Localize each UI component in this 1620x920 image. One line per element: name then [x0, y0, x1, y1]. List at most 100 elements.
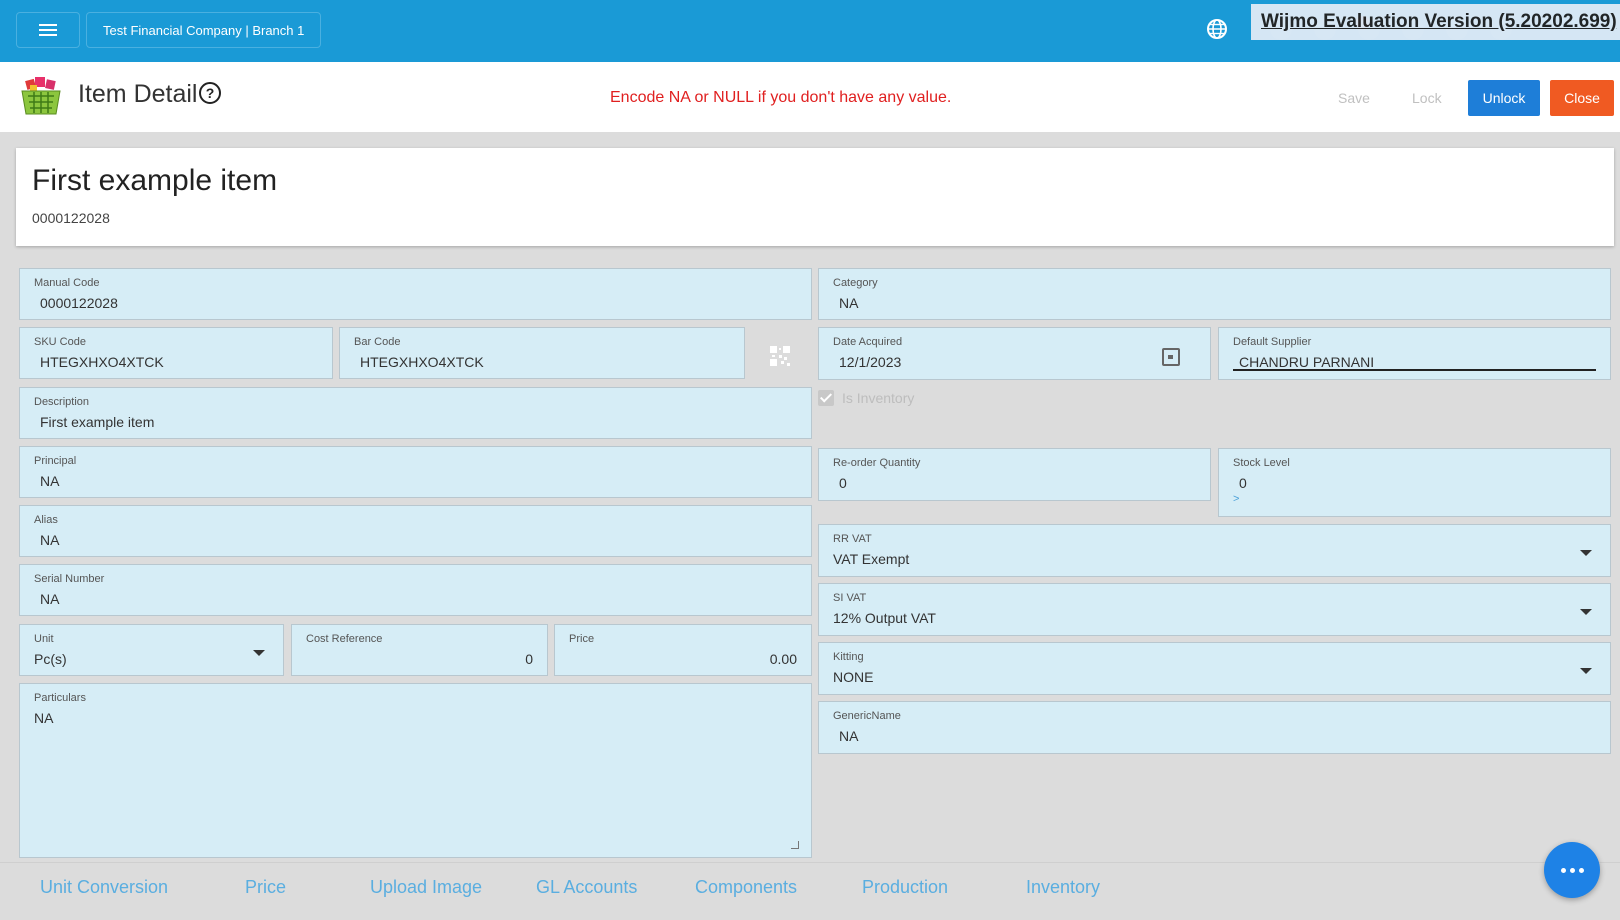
category-field[interactable]: Category NA: [818, 268, 1611, 320]
item-summary-card: First example item 0000122028: [16, 148, 1614, 246]
field-value: NONE: [833, 669, 874, 685]
field-label: Description: [34, 396, 90, 408]
chevron-right-icon[interactable]: >: [1233, 493, 1239, 505]
field-label: Re-order Quantity: [833, 457, 921, 469]
qr-code-icon[interactable]: [769, 345, 791, 367]
bar-code-field[interactable]: Bar Code HTEGXHXO4XTCK: [339, 327, 745, 379]
field-value: NA: [40, 473, 60, 489]
notice-text: Encode NA or NULL if you don't have any …: [610, 89, 952, 106]
field-value: 0: [1239, 475, 1247, 491]
principal-field[interactable]: Principal NA: [19, 446, 812, 498]
reorder-quantity-field[interactable]: Re-order Quantity 0: [818, 448, 1211, 501]
wijmo-watermark[interactable]: Wijmo Evaluation Version (5.20202.699): [1251, 4, 1620, 40]
field-label: Price: [569, 633, 595, 645]
tab-inventory[interactable]: Inventory: [1026, 877, 1100, 898]
resize-handle-icon[interactable]: [791, 841, 799, 849]
caret-down-icon: [1580, 668, 1592, 674]
tab-upload-image[interactable]: Upload Image: [370, 877, 482, 898]
save-button[interactable]: Save: [1338, 90, 1370, 106]
generic-name-field[interactable]: GenericName NA: [818, 701, 1611, 754]
field-label: GenericName: [833, 710, 901, 722]
field-label: SKU Code: [34, 336, 86, 348]
detail-tabs: Unit Conversion Price Upload Image GL Ac…: [0, 862, 1620, 920]
field-value: HTEGXHXO4XTCK: [40, 354, 164, 370]
caret-down-icon: [253, 650, 265, 656]
field-label: Cost Reference: [306, 633, 383, 645]
field-label: Category: [833, 277, 878, 289]
tab-gl-accounts[interactable]: GL Accounts: [536, 877, 637, 898]
field-label: Kitting: [833, 651, 864, 663]
item-title: First example item: [32, 164, 278, 197]
field-label: Date Acquired: [833, 336, 903, 348]
hamburger-icon: [39, 21, 57, 39]
field-value: 12/1/2023: [839, 354, 902, 370]
tab-components[interactable]: Components: [695, 877, 797, 898]
field-label: Manual Code: [34, 277, 100, 289]
field-label: Particulars: [34, 692, 86, 704]
serial-number-field[interactable]: Serial Number NA: [19, 564, 812, 616]
field-value: NA: [839, 295, 859, 311]
globe-icon[interactable]: [1205, 17, 1229, 41]
top-bar: Test Financial Company | Branch 1 Wijmo …: [0, 0, 1620, 62]
more-horizontal-icon: [1578, 867, 1584, 873]
company-selector[interactable]: Test Financial Company | Branch 1: [86, 12, 322, 48]
basket-icon: [21, 77, 61, 115]
date-acquired-field[interactable]: Date Acquired 12/1/2023: [818, 327, 1211, 380]
tab-price[interactable]: Price: [245, 877, 286, 898]
close-button[interactable]: Close: [1550, 80, 1614, 116]
caret-down-icon: [1580, 550, 1592, 556]
field-label: Alias: [34, 514, 58, 526]
unlock-button[interactable]: Unlock: [1468, 80, 1540, 116]
si-vat-select[interactable]: SI VAT 12% Output VAT: [818, 583, 1611, 636]
rr-vat-select[interactable]: RR VAT VAT Exempt: [818, 524, 1611, 577]
is-inventory-checkbox[interactable]: Is Inventory: [818, 390, 914, 406]
page-header: Item Detail ? Encode NA or NULL if you d…: [0, 62, 1620, 132]
kitting-select[interactable]: Kitting NONE: [818, 642, 1611, 695]
calendar-icon[interactable]: [1162, 348, 1180, 366]
default-supplier-field[interactable]: Default Supplier CHANDRU PARNANI: [1218, 327, 1611, 380]
checkbox-checked-icon: [818, 390, 834, 406]
field-label: Unit: [34, 633, 54, 645]
field-value: NA: [839, 728, 859, 744]
item-code: 0000122028: [32, 210, 110, 226]
field-label: SI VAT: [833, 592, 867, 604]
alias-field[interactable]: Alias NA: [19, 505, 812, 557]
field-label: Default Supplier: [1233, 336, 1312, 348]
field-value: 0000122028: [40, 295, 118, 311]
checkbox-label: Is Inventory: [842, 390, 915, 406]
unit-select[interactable]: Unit Pc(s): [19, 624, 284, 676]
field-label: Serial Number: [34, 573, 105, 585]
page-title: Item Detail: [78, 80, 198, 108]
field-value: NA: [40, 532, 60, 548]
help-circle-icon[interactable]: ?: [199, 82, 221, 104]
field-value: HTEGXHXO4XTCK: [360, 354, 484, 370]
field-label: RR VAT: [833, 533, 872, 545]
field-value: First example item: [40, 414, 155, 430]
more-horizontal-icon: [1569, 867, 1575, 873]
field-value: VAT Exempt: [833, 551, 910, 567]
sku-code-field[interactable]: SKU Code HTEGXHXO4XTCK: [19, 327, 333, 379]
price-field[interactable]: Price 0.00: [554, 624, 812, 676]
more-actions-button[interactable]: [1544, 842, 1600, 898]
field-label: Bar Code: [354, 336, 401, 348]
cost-reference-field[interactable]: Cost Reference 0: [291, 624, 548, 676]
field-value: 0: [839, 475, 847, 491]
stock-level-field[interactable]: Stock Level 0 >: [1218, 448, 1611, 517]
manual-code-field[interactable]: Manual Code 0000122028: [19, 268, 812, 320]
input-underline: [1233, 369, 1596, 371]
field-label: Principal: [34, 455, 77, 467]
field-value: NA: [34, 710, 54, 726]
field-value: CHANDRU PARNANI: [1239, 354, 1375, 370]
field-value: 0.00: [769, 651, 797, 667]
tab-unit-conversion[interactable]: Unit Conversion: [40, 877, 168, 898]
description-field[interactable]: Description First example item: [19, 387, 812, 439]
field-label: Stock Level: [1233, 457, 1290, 469]
particulars-textarea[interactable]: Particulars NA: [19, 683, 812, 858]
lock-button[interactable]: Lock: [1412, 90, 1442, 106]
menu-button[interactable]: [16, 12, 80, 48]
tab-production[interactable]: Production: [862, 877, 948, 898]
caret-down-icon: [1580, 609, 1592, 615]
field-value: 12% Output VAT: [833, 610, 936, 626]
more-horizontal-icon: [1560, 867, 1566, 873]
field-value: Pc(s): [34, 651, 67, 667]
